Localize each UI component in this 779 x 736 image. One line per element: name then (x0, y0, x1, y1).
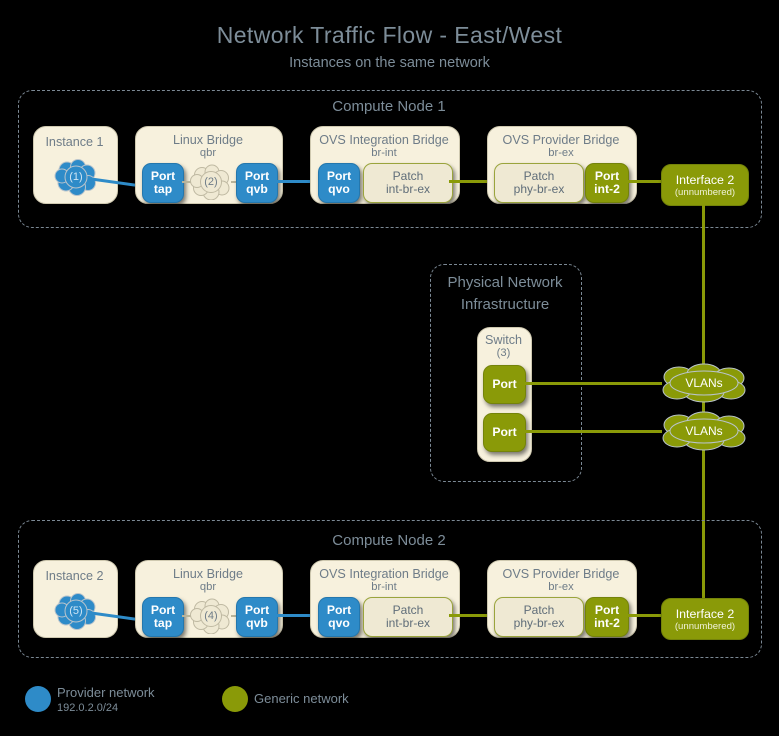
ovs-provider-bridge-1-title: OVS Provider Bridge (502, 133, 620, 147)
port-tap-2-line1: Port (150, 602, 176, 617)
ovs-integration-bridge-1-title: OVS Integration Bridge (319, 133, 449, 147)
legend-provider-dot (25, 686, 51, 712)
patch-phy-br-ex-2-line1: Patch (523, 602, 555, 617)
vlans-cloud-bottom: VLANs (657, 411, 751, 451)
linux-bridge-1-title: Linux Bridge (172, 133, 243, 147)
port-qvo-1[interactable]: Port qvo (318, 163, 360, 203)
page-subtitle: Instances on the same network (289, 55, 490, 71)
linux-bridge-1-cloud-label: (2) (204, 176, 218, 188)
link-int2-to-interface-1 (625, 180, 665, 183)
switch-title: Switch (484, 333, 523, 347)
patch-phy-br-ex-1[interactable]: Patch phy-br-ex (494, 163, 584, 203)
ovs-provider-bridge-2-title: OVS Provider Bridge (502, 567, 620, 581)
instance-2-title: Instance 2 (45, 569, 104, 583)
port-qvo-2[interactable]: Port qvo (318, 597, 360, 637)
patch-int-br-ex-2-line2: int-br-ex (385, 616, 430, 630)
switch-port-top-label: Port (492, 376, 517, 391)
patch-int-br-ex-2-line1: Patch (392, 602, 424, 617)
port-qvb-1-line2: qvb (246, 182, 268, 196)
linux-bridge-2-title: Linux Bridge (172, 567, 243, 581)
compute-node-2-title: Compute Node 2 (332, 532, 446, 549)
patch-int-br-ex-2[interactable]: Patch int-br-ex (363, 597, 453, 637)
port-qvo-1-line1: Port (326, 168, 352, 183)
port-qvo-2-line1: Port (326, 602, 352, 617)
port-tap-1[interactable]: Port tap (142, 163, 184, 203)
instance-1-title: Instance 1 (45, 135, 104, 149)
vlans-cloud-top: VLANs (657, 363, 751, 403)
interface-2-node-2[interactable]: Interface 2 (unnumbered) (661, 598, 749, 640)
physical-network-title-line2: Infrastructure (460, 296, 550, 313)
port-qvo-2-line2: qvo (328, 616, 350, 630)
legend-generic-dot (222, 686, 248, 712)
port-qvb-2[interactable]: Port qvb (236, 597, 278, 637)
patch-phy-br-ex-2[interactable]: Patch phy-br-ex (494, 597, 584, 637)
legend-provider-label: Provider network (57, 685, 155, 700)
legend-generic-label: Generic network (254, 691, 349, 706)
port-qvb-2-line1: Port (244, 602, 270, 617)
port-tap-1-line1: Port (150, 168, 176, 183)
port-int2-1-line2: int-2 (594, 182, 620, 196)
linux-bridge-1-subtitle: qbr (199, 147, 217, 159)
link-switchport-bottom-to-vlans (522, 430, 662, 433)
ovs-integration-bridge-2-title: OVS Integration Bridge (319, 567, 449, 581)
port-qvo-1-line2: qvo (328, 182, 350, 196)
interface-2-node-1-line1: Interface 2 (675, 172, 735, 187)
ovs-integration-bridge-1-subtitle: br-int (371, 147, 397, 159)
compute-node-1-title: Compute Node 1 (332, 98, 446, 115)
port-int2-1[interactable]: Port int-2 (585, 163, 629, 203)
interface-2-node-1-line2: (unnumbered) (674, 186, 736, 198)
port-qvb-1[interactable]: Port qvb (236, 163, 278, 203)
port-int2-1-line1: Port (594, 168, 620, 183)
port-tap-1-line2: tap (153, 182, 173, 196)
link-int2-to-interface-2 (625, 614, 665, 617)
legend-provider-subnet: 192.0.2.0/24 (57, 702, 119, 714)
switch-port-top[interactable]: Port (483, 365, 526, 404)
switch-port-bottom[interactable]: Port (483, 413, 526, 452)
patch-int-br-ex-1[interactable]: Patch int-br-ex (363, 163, 453, 203)
port-tap-2[interactable]: Port tap (142, 597, 184, 637)
switch-port-bottom-label: Port (492, 424, 517, 439)
linux-bridge-1-cloud: (2) (190, 164, 232, 201)
link-switchport-top-to-vlans (522, 382, 662, 385)
patch-phy-br-ex-2-line2: phy-br-ex (513, 616, 565, 630)
patch-phy-br-ex-1-line2: phy-br-ex (513, 182, 565, 196)
vlans-cloud-bottom-label: VLANs (685, 424, 723, 438)
patch-int-br-ex-1-line1: Patch (392, 168, 424, 183)
page-title: Network Traffic Flow - East/West (216, 22, 563, 48)
linux-bridge-2-cloud-label: (4) (204, 610, 218, 622)
vlans-cloud-top-label: VLANs (685, 376, 723, 390)
patch-phy-br-ex-1-line1: Patch (523, 168, 555, 183)
ovs-provider-bridge-1-subtitle: br-ex (548, 147, 574, 159)
interface-2-node-1[interactable]: Interface 2 (unnumbered) (661, 164, 749, 206)
linux-bridge-2-subtitle: qbr (199, 581, 217, 593)
ovs-provider-bridge-2-subtitle: br-ex (548, 581, 574, 593)
patch-int-br-ex-1-line2: int-br-ex (385, 182, 430, 196)
port-qvb-1-line1: Port (244, 168, 270, 183)
physical-network-title-line1: Physical Network (447, 274, 563, 291)
port-qvb-2-line2: qvb (246, 616, 268, 630)
port-tap-2-line2: tap (153, 616, 173, 630)
linux-bridge-2-cloud: (4) (190, 598, 232, 635)
ovs-integration-bridge-2-subtitle: br-int (371, 581, 397, 593)
switch-subtitle: (3) (496, 347, 511, 359)
port-int2-2-line2: int-2 (594, 616, 620, 630)
port-int2-2-line1: Port (594, 602, 620, 617)
port-int2-2[interactable]: Port int-2 (585, 597, 629, 637)
interface-2-node-2-line2: (unnumbered) (674, 620, 736, 632)
interface-2-node-2-line1: Interface 2 (675, 606, 735, 621)
